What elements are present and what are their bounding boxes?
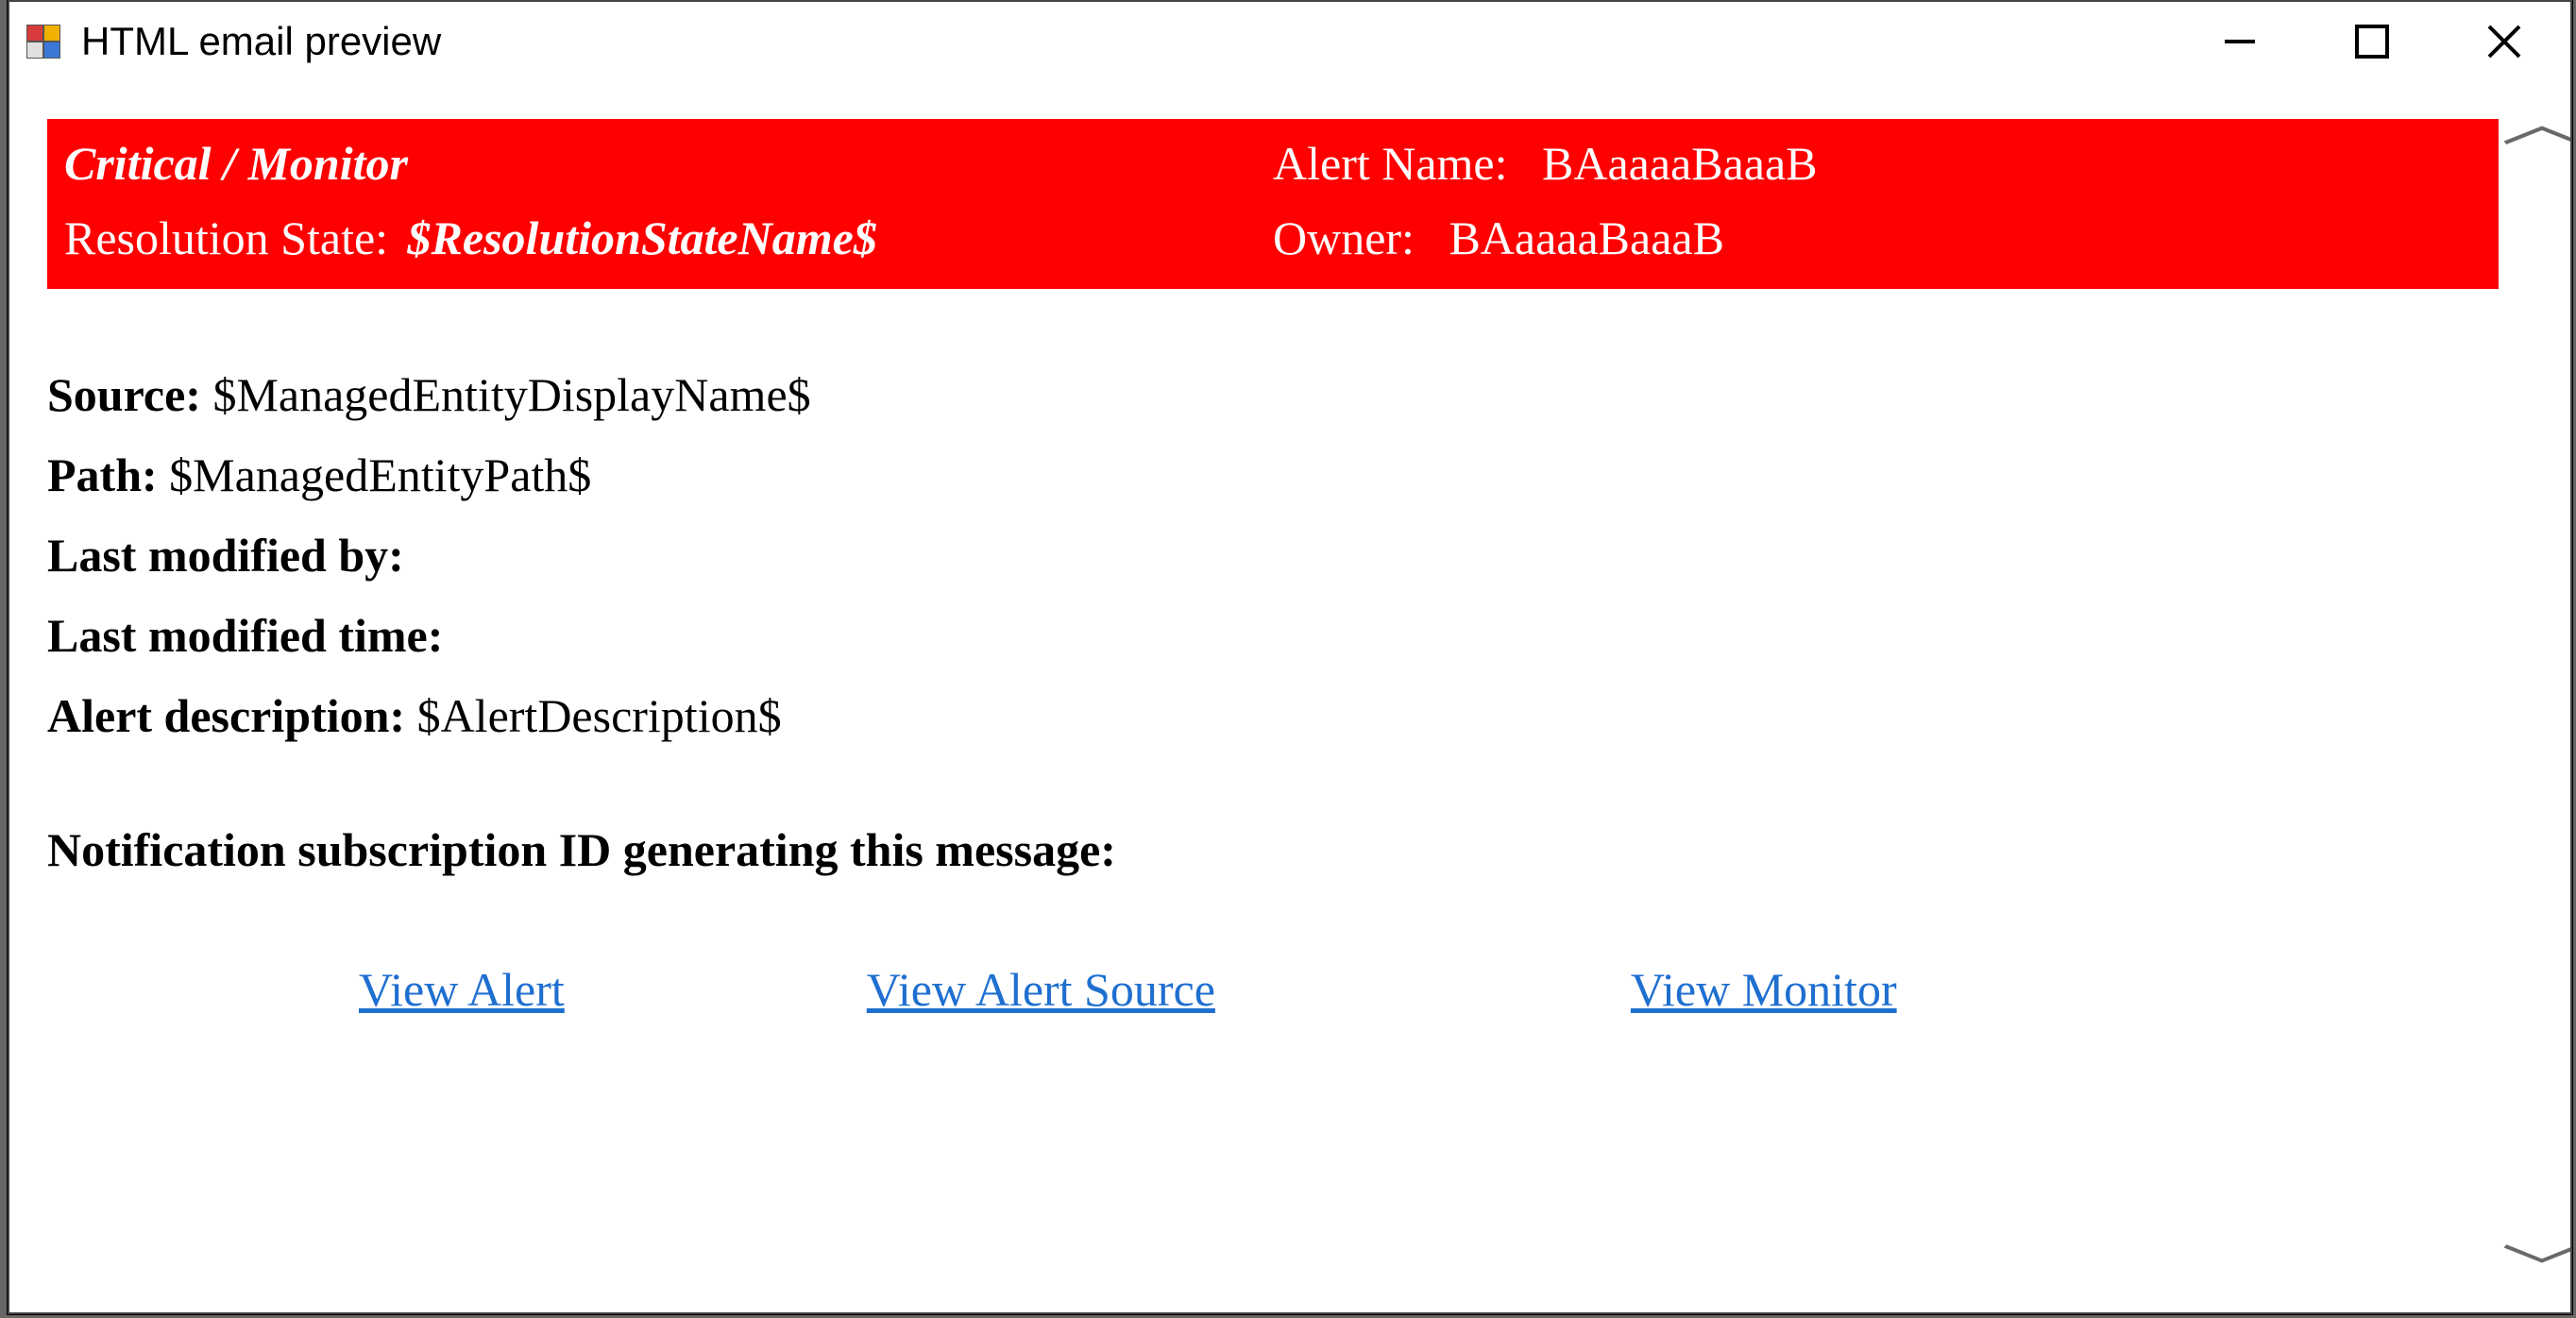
resolution-state-label: Resolution State:: [64, 211, 388, 264]
last-modified-time-label: Last modified time:: [47, 609, 443, 662]
path-label: Path:: [47, 448, 158, 501]
source-label: Source:: [47, 368, 201, 421]
maximize-icon: [2351, 21, 2393, 62]
client-area: Critical / Monitor Alert Name: BAaaaaBaa…: [9, 81, 2570, 1312]
window-frame: HTML email preview: [8, 0, 2572, 1314]
view-alert-link[interactable]: View Alert: [359, 962, 565, 1017]
owner-value: BAaaaaBaaaB: [1426, 211, 1724, 264]
window-controls: [2174, 2, 2570, 81]
vertical-scrollbar[interactable]: ︿ ﹀: [2514, 81, 2570, 1312]
scroll-down-icon: ﹀: [2501, 1244, 2570, 1295]
minimize-icon: [2219, 21, 2261, 62]
email-preview-body: Critical / Monitor Alert Name: BAaaaaBaa…: [9, 81, 2514, 1312]
view-monitor-link[interactable]: View Monitor: [1631, 962, 1897, 1017]
alert-header-banner: Critical / Monitor Alert Name: BAaaaaBaa…: [47, 119, 2499, 289]
close-icon: [2483, 21, 2525, 62]
severity-source: Critical / Monitor: [64, 137, 408, 190]
alert-details: Source: $ManagedEntityDisplayName$ Path:…: [47, 355, 2499, 756]
maximize-button[interactable]: [2306, 2, 2438, 81]
alert-name-value: BAaaaaBaaaB: [1519, 137, 1818, 190]
minimize-button[interactable]: [2174, 2, 2306, 81]
alert-description-value: $AlertDescription$: [417, 689, 782, 742]
app-icon: [26, 25, 60, 59]
action-links-row: View Alert View Alert Source View Monito…: [47, 962, 2499, 1017]
alert-description-label: Alert description:: [47, 689, 405, 742]
subscription-id-label: Notification subscription ID generating …: [47, 822, 2499, 877]
view-alert-source-link[interactable]: View Alert Source: [867, 962, 1215, 1017]
window-title: HTML email preview: [81, 19, 2174, 64]
alert-name-label: Alert Name:: [1273, 137, 1508, 190]
titlebar: HTML email preview: [9, 2, 2570, 81]
close-button[interactable]: [2438, 2, 2570, 81]
last-modified-by-label: Last modified by:: [47, 529, 404, 582]
resolution-state-value: $ResolutionStateName$: [400, 211, 877, 264]
path-value: $ManagedEntityPath$: [169, 448, 591, 501]
owner-label: Owner:: [1273, 211, 1415, 264]
scroll-up-icon: ︿: [2501, 98, 2570, 149]
source-value: $ManagedEntityDisplayName$: [212, 368, 810, 421]
